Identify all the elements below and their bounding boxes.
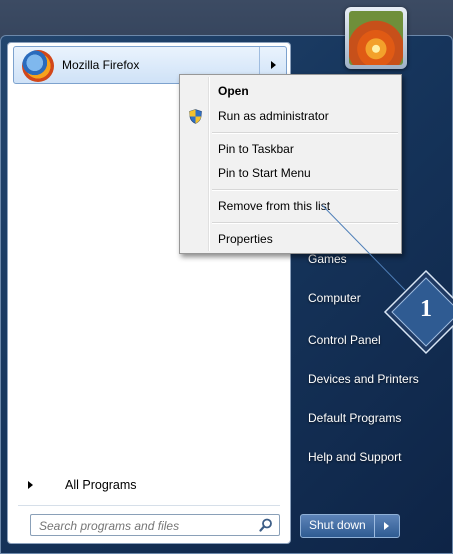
user-picture[interactable]: [345, 7, 407, 69]
shutdown-control: Shut down: [300, 514, 400, 538]
games-link[interactable]: Games: [308, 252, 347, 266]
chevron-right-icon: [384, 522, 390, 530]
menu-separator: [212, 189, 398, 191]
search-input[interactable]: [37, 517, 246, 535]
control-panel-link[interactable]: Control Panel: [308, 333, 381, 347]
computer-link[interactable]: Computer: [308, 291, 361, 305]
help-and-support-link[interactable]: Help and Support: [308, 450, 401, 464]
menu-item-open[interactable]: Open: [218, 84, 249, 98]
menu-item-properties[interactable]: Properties: [218, 232, 273, 246]
shutdown-options-button[interactable]: [375, 515, 399, 537]
default-programs-link[interactable]: Default Programs: [308, 411, 401, 425]
arrow-right-icon: [28, 481, 33, 489]
program-label: Mozilla Firefox: [62, 58, 140, 72]
chevron-right-icon: [270, 61, 276, 69]
shutdown-button[interactable]: Shut down: [301, 515, 375, 537]
context-menu: Open Run as administrator Pin to Taskbar…: [179, 74, 402, 254]
menu-separator: [212, 132, 398, 134]
callout-badge: 1: [383, 269, 453, 355]
search-icon[interactable]: [259, 518, 273, 532]
flower-picture: [349, 11, 403, 65]
all-programs-button[interactable]: All Programs: [20, 474, 282, 496]
menu-item-pin-to-taskbar[interactable]: Pin to Taskbar: [218, 142, 294, 156]
callout-number: 1: [420, 296, 432, 322]
search-field[interactable]: [30, 514, 280, 536]
menu-item-remove-from-list[interactable]: Remove from this list: [218, 199, 330, 213]
devices-and-printers-link[interactable]: Devices and Printers: [308, 372, 419, 386]
all-programs-label: All Programs: [65, 478, 137, 492]
menu-item-pin-to-start-menu[interactable]: Pin to Start Menu: [218, 166, 311, 180]
menu-gutter: [208, 77, 210, 251]
menu-item-run-as-administrator[interactable]: Run as administrator: [218, 109, 329, 123]
uac-shield-icon: [189, 109, 202, 124]
divider: [18, 505, 280, 506]
menu-separator: [212, 222, 398, 224]
firefox-icon: [22, 50, 54, 82]
